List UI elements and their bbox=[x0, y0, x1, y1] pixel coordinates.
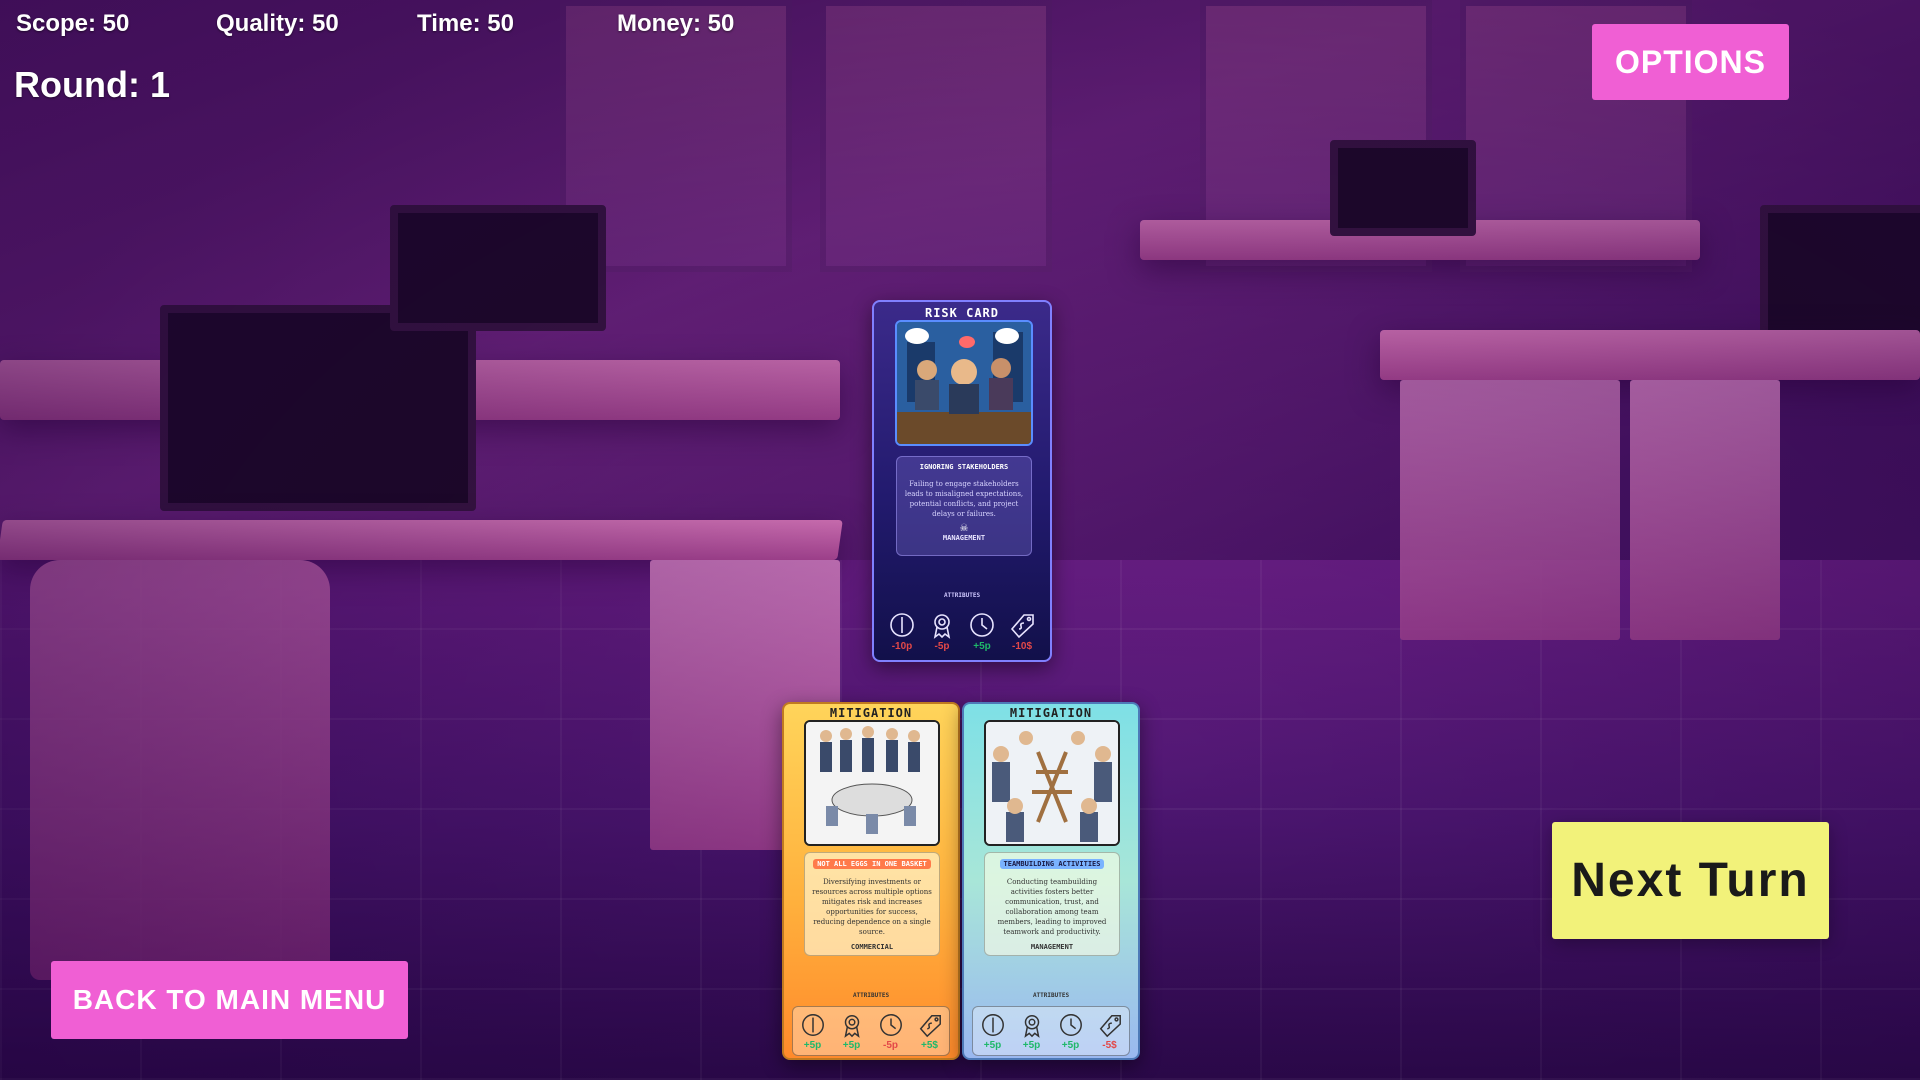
options-button[interactable]: OPTIONS bbox=[1592, 24, 1789, 100]
money-icon bbox=[1010, 613, 1034, 638]
card-header: MITIGATION bbox=[1009, 706, 1093, 720]
quality-icon bbox=[1023, 1014, 1040, 1038]
card-description-panel: NOT ALL EGGS IN ONE BASKET Diversifying … bbox=[804, 852, 940, 956]
time-attribute: +5p bbox=[1058, 1012, 1084, 1051]
back-to-main-menu-button[interactable]: BACK TO MAIN MENU bbox=[51, 961, 408, 1039]
card-category: MANAGEMENT bbox=[1030, 943, 1074, 951]
quality-icon bbox=[843, 1014, 860, 1038]
money-icon bbox=[919, 1014, 941, 1037]
scope-attribute: +5p bbox=[800, 1012, 826, 1051]
time-stat: Time: 50 bbox=[417, 10, 514, 37]
time-attribute-value: -5p bbox=[883, 1039, 898, 1051]
card-text: Conducting teambuilding activities foste… bbox=[997, 878, 1107, 936]
card-attributes: -10p -5p +5p -10$ bbox=[882, 606, 1042, 656]
card-illustration bbox=[984, 720, 1120, 846]
card-text: Diversifying investments or resources ac… bbox=[812, 878, 932, 936]
card-title: IGNORING STAKEHOLDERS bbox=[919, 463, 1009, 471]
quality-attribute: +5p bbox=[1019, 1012, 1045, 1051]
attributes-label: ATTRIBUTES bbox=[943, 592, 981, 599]
attributes-label: ATTRIBUTES bbox=[1032, 992, 1070, 999]
mitigation-card[interactable]: MITIGATION TEAMBUILDING ACTIVITIES Condu… bbox=[962, 702, 1140, 1060]
quality-attribute-value: -5p bbox=[934, 640, 950, 652]
money-icon bbox=[1099, 1014, 1121, 1037]
time-attribute-value: +5p bbox=[1061, 1039, 1080, 1051]
card-category: COMMERCIAL bbox=[850, 943, 894, 951]
quality-icon bbox=[933, 613, 951, 639]
skull-icon: ☠ bbox=[959, 523, 969, 534]
time-attribute-value: +5p bbox=[973, 640, 991, 652]
quality-attribute-value: +5p bbox=[1022, 1039, 1041, 1051]
scope-stat: Scope: 50 bbox=[16, 10, 130, 37]
scope-icon bbox=[890, 612, 914, 637]
quality-attribute-value: +5p bbox=[842, 1039, 861, 1051]
mitigation-card[interactable]: MITIGATION NOT ALL EGGS IN ONE BASKET Di… bbox=[782, 702, 960, 1060]
money-attribute-value: -5$ bbox=[1102, 1039, 1117, 1051]
scope-attribute-value: +5p bbox=[983, 1039, 1002, 1051]
money-attribute: +5$ bbox=[917, 1012, 943, 1051]
card-title: NOT ALL EGGS IN ONE BASKET bbox=[813, 859, 931, 869]
money-attribute: -10$ bbox=[1008, 611, 1036, 652]
card-illustration bbox=[895, 320, 1033, 446]
card-text: Failing to engage stakeholders leads to … bbox=[904, 480, 1024, 518]
card-header: RISK CARD bbox=[924, 306, 1000, 320]
time-icon bbox=[970, 612, 994, 637]
scope-icon bbox=[801, 1013, 824, 1036]
quality-stat: Quality: 50 bbox=[216, 10, 339, 37]
attributes-label: ATTRIBUTES bbox=[852, 992, 890, 999]
time-icon bbox=[1059, 1013, 1082, 1036]
money-attribute: -5$ bbox=[1097, 1012, 1123, 1051]
card-attributes: +5p +5p +5p -5$ bbox=[972, 1006, 1130, 1056]
scope-attribute: -10p bbox=[888, 611, 916, 652]
card-description-panel: TEAMBUILDING ACTIVITIES Conducting teamb… bbox=[984, 852, 1120, 956]
card-description-panel: IGNORING STAKEHOLDERS Failing to engage … bbox=[896, 456, 1032, 556]
next-turn-button[interactable]: Next Turn bbox=[1552, 822, 1829, 939]
time-attribute: -5p bbox=[878, 1012, 904, 1051]
quality-attribute: +5p bbox=[839, 1012, 865, 1051]
card-category: MANAGEMENT bbox=[942, 534, 986, 542]
time-icon bbox=[879, 1013, 902, 1036]
money-attribute-value: -10$ bbox=[1011, 640, 1032, 652]
card-attributes: +5p +5p -5p +5$ bbox=[792, 1006, 950, 1056]
scope-attribute-value: +5p bbox=[803, 1039, 822, 1051]
time-attribute: +5p bbox=[968, 611, 996, 652]
risk-card[interactable]: RISK CARD IGNORING STAKEHOLDERS Failing … bbox=[872, 300, 1052, 662]
money-attribute-value: +5$ bbox=[921, 1039, 938, 1051]
scope-attribute: +5p bbox=[980, 1012, 1006, 1051]
card-header: MITIGATION bbox=[829, 706, 913, 720]
round-counter: Round: 1 bbox=[14, 64, 170, 105]
card-illustration bbox=[804, 720, 940, 846]
card-title: TEAMBUILDING ACTIVITIES bbox=[999, 859, 1105, 869]
quality-attribute: -5p bbox=[928, 611, 956, 652]
money-stat: Money: 50 bbox=[617, 10, 735, 37]
scope-icon bbox=[981, 1013, 1004, 1036]
scope-attribute-value: -10p bbox=[891, 640, 913, 652]
